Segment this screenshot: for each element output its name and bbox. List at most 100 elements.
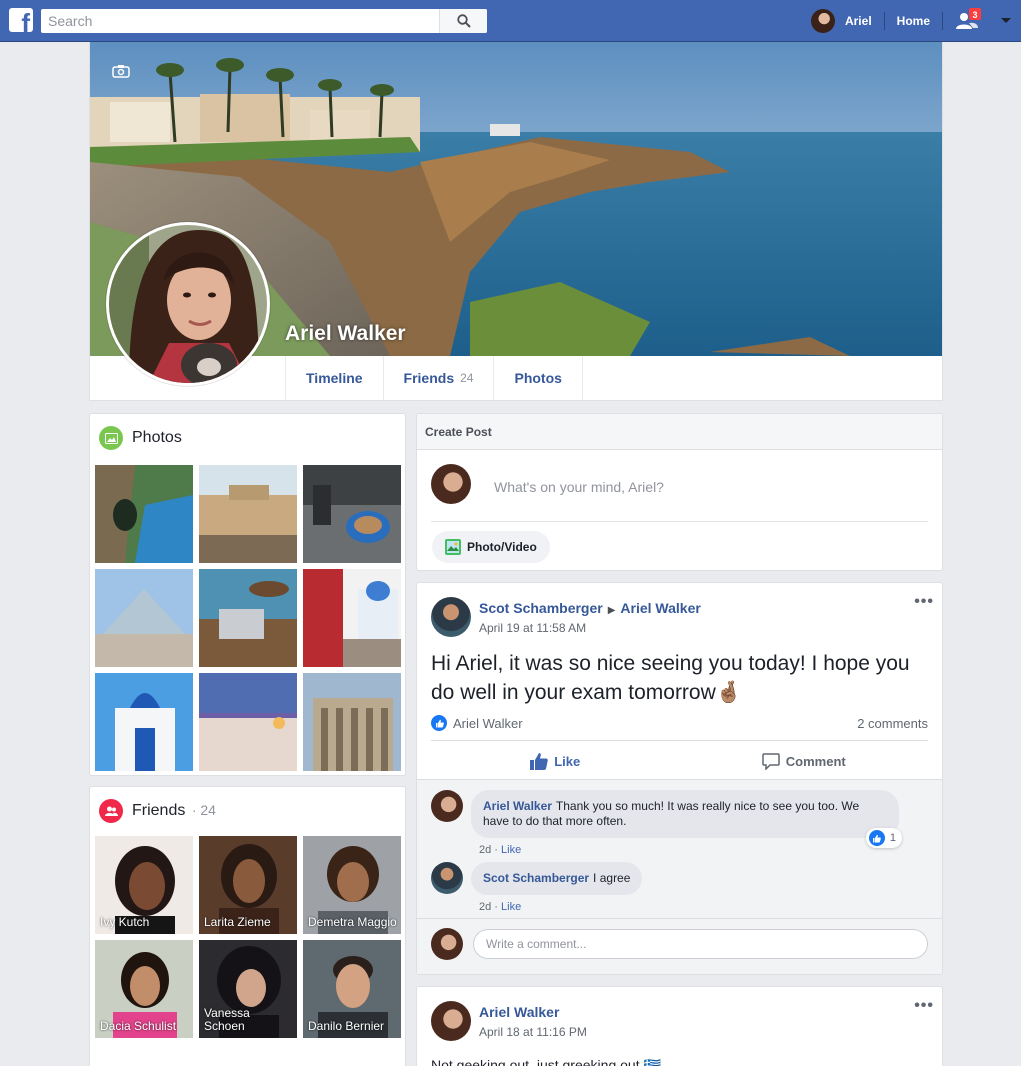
photos-title[interactable]: Photos <box>132 429 182 447</box>
facebook-logo[interactable]: f <box>9 8 33 32</box>
comment-like-link[interactable]: Like <box>501 901 521 913</box>
avatar[interactable] <box>431 464 471 504</box>
friend-tile[interactable]: Danilo Bernier <box>303 940 401 1038</box>
account-menu-button[interactable] <box>991 0 1021 42</box>
avatar[interactable] <box>431 928 463 960</box>
friends-grid: Ivy Kutch Larita Zieme Demetra Maggio Da… <box>95 836 401 1038</box>
avatar[interactable] <box>431 790 463 822</box>
camera-icon[interactable] <box>112 64 130 78</box>
avatar[interactable] <box>431 1001 471 1041</box>
tab-photos[interactable]: Photos <box>493 356 583 400</box>
comments-count-link[interactable]: 2 comments <box>857 716 928 731</box>
search-icon <box>456 14 471 28</box>
home-link[interactable]: Home <box>885 14 942 28</box>
post-target-link[interactable]: Ariel Walker <box>620 600 700 616</box>
like-reaction-icon <box>431 715 447 731</box>
avatar[interactable] <box>431 597 471 637</box>
like-button[interactable]: Like <box>431 743 680 779</box>
post: Scot Schamberger ▶ Ariel Walker April 19 a… <box>416 582 943 975</box>
post-timestamp[interactable]: April 18 at 11:16 PM <box>479 1025 587 1039</box>
comment-button[interactable]: Comment <box>680 743 929 779</box>
friends-icon <box>99 799 123 823</box>
photo-thumbnail[interactable] <box>303 465 401 563</box>
comment-icon <box>762 752 780 770</box>
notification-badge: 3 <box>968 7 982 21</box>
comment-text: I agree <box>593 871 631 885</box>
friend-tile[interactable]: Demetra Maggio <box>303 836 401 934</box>
photos-icon <box>99 426 123 450</box>
friend-tile[interactable]: Dacia Schulist <box>95 940 193 1038</box>
tab-label: Photos <box>514 370 562 386</box>
thumbs-up-icon <box>530 752 549 770</box>
friend-name: Larita Zieme <box>204 915 271 929</box>
reactions-summary[interactable]: Ariel Walker <box>431 715 523 731</box>
photo-thumbnail[interactable] <box>95 673 193 771</box>
search-button[interactable] <box>439 9 487 33</box>
friend-name: Demetra Maggio <box>308 915 397 929</box>
nav-user-name: Ariel <box>844 14 872 28</box>
photo-video-button[interactable]: Photo/Video <box>432 531 550 563</box>
post-author-link[interactable]: Scot Schamberger <box>479 600 603 616</box>
photo-thumbnail[interactable] <box>95 569 193 667</box>
post-author-link[interactable]: Ariel Walker <box>479 1004 559 1020</box>
tab-friends[interactable]: Friends 24 <box>382 356 494 400</box>
friend-tile[interactable]: Vanessa Schoen <box>199 940 297 1038</box>
photo-video-label: Photo/Video <box>467 540 537 554</box>
like-reaction-icon <box>868 830 885 846</box>
more-options-icon[interactable]: ••• <box>914 593 934 611</box>
comment-input[interactable]: Write a comment... <box>473 929 928 959</box>
comment-author-link[interactable]: Scot Schamberger <box>483 871 589 885</box>
friend-requests-button[interactable]: 3 <box>943 0 991 42</box>
comment-label: Comment <box>785 753 846 769</box>
avatar[interactable] <box>431 862 463 894</box>
divider <box>417 918 942 919</box>
post-text: Hi Ariel, it was so nice seeing you toda… <box>431 652 910 704</box>
photo-thumbnail[interactable] <box>95 465 193 563</box>
photos-grid <box>95 465 401 771</box>
tab-timeline[interactable]: Timeline <box>285 356 383 400</box>
post-timestamp[interactable]: April 19 at 11:58 AM <box>479 621 701 635</box>
avatar <box>810 9 835 33</box>
search-input[interactable] <box>41 9 437 33</box>
photo-thumbnail[interactable] <box>303 673 401 771</box>
friend-name: Dacia Schulist <box>100 1019 177 1033</box>
nav-profile-link[interactable]: Ariel <box>810 0 884 42</box>
comment-reactions[interactable]: 1 <box>865 828 902 848</box>
tab-label: Timeline <box>306 370 363 386</box>
comment: Scot Schamberger I agree 2d · Like <box>431 862 643 913</box>
profile-header: Ariel Walker Timeline Friends 24 Photos <box>89 42 943 401</box>
comment: Ariel Walker Thank you so much! It was re… <box>431 790 902 856</box>
search-bar <box>41 9 487 33</box>
post-composer-input[interactable]: What's on your mind, Ariel? <box>494 479 664 495</box>
create-post-title: Create Post <box>417 414 942 450</box>
post: Ariel Walker April 18 at 11:16 PM ••• No… <box>416 986 943 1066</box>
caret-down-icon <box>1001 18 1011 23</box>
divider <box>431 521 928 522</box>
comment-author-link[interactable]: Ariel Walker <box>483 799 552 813</box>
friend-tile[interactable]: Ivy Kutch <box>95 836 193 934</box>
more-options-icon[interactable]: ••• <box>914 997 934 1015</box>
profile-picture[interactable] <box>106 222 270 386</box>
friends-title: Friends · 24 <box>132 802 216 820</box>
profile-photo-image <box>109 225 267 383</box>
comment-like-link[interactable]: Like <box>501 844 521 856</box>
comments-section: Ariel Walker Thank you so much! It was re… <box>417 779 942 974</box>
arrow-right-icon: ▶ <box>607 605 616 616</box>
profile-tabs: Timeline Friends 24 Photos <box>285 356 583 400</box>
profile-name[interactable]: Ariel Walker <box>285 322 406 346</box>
like-label: Like <box>554 753 581 769</box>
tab-label: Friends <box>403 370 455 386</box>
friends-count: · 24 <box>191 802 216 818</box>
photo-thumbnail[interactable] <box>199 569 297 667</box>
friend-tile[interactable]: Larita Zieme <box>199 836 297 934</box>
photo-thumbnail[interactable] <box>303 569 401 667</box>
liked-by-text: Ariel Walker <box>453 715 523 731</box>
photo-thumbnail[interactable] <box>199 465 297 563</box>
photo-thumbnail[interactable] <box>199 673 297 771</box>
divider <box>431 740 928 741</box>
comment-age[interactable]: 2d <box>479 901 491 913</box>
photo-icon <box>445 539 461 555</box>
photos-card: Photos <box>89 413 406 776</box>
comment-age[interactable]: 2d <box>479 844 491 856</box>
friends-label[interactable]: Friends <box>132 802 185 819</box>
